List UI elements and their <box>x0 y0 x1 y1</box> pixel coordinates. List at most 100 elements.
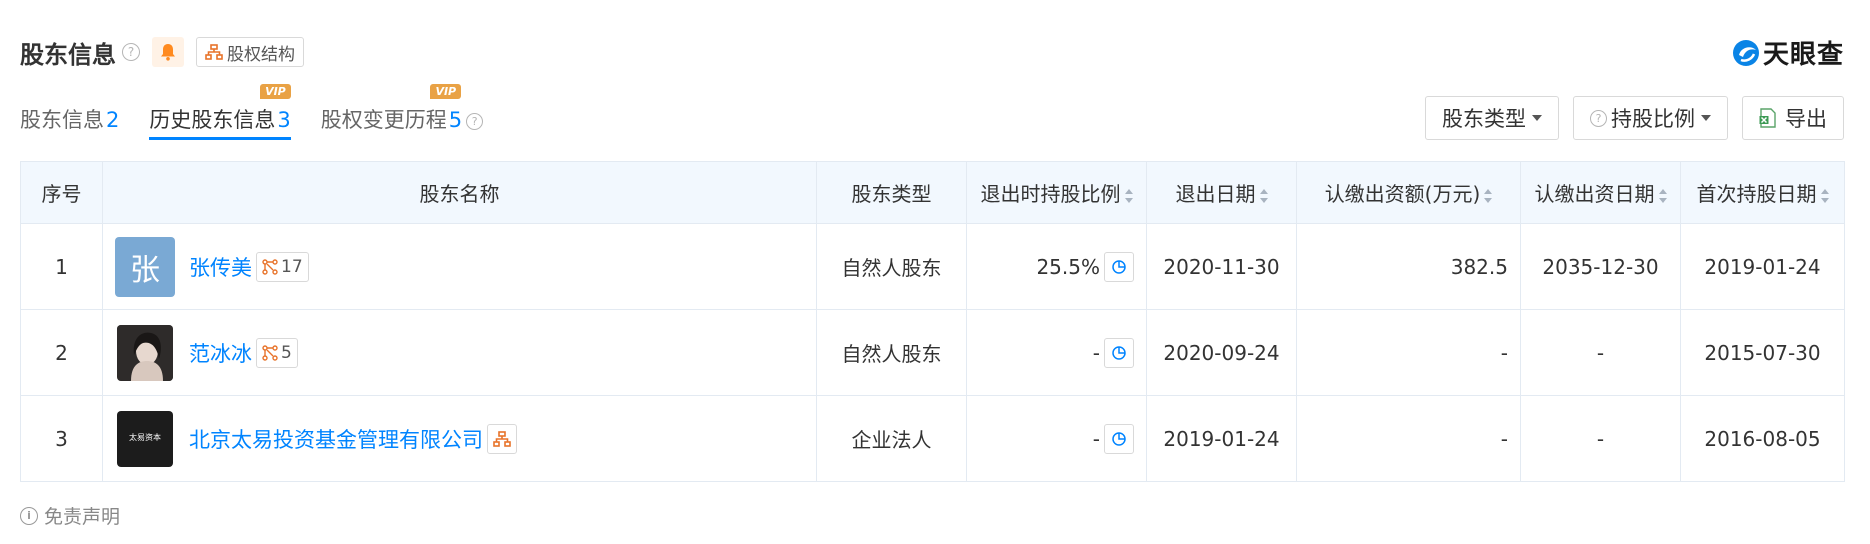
tab-count: 3 <box>277 108 291 132</box>
cell-type: 企业法人 <box>816 395 967 482</box>
cell-subscribe-date: - <box>1520 309 1681 396</box>
pie-chart-icon <box>1112 431 1126 446</box>
disclaimer-link[interactable]: i 免责声明 <box>20 502 120 529</box>
excel-icon <box>1759 108 1776 128</box>
cell-name: 范冰冰 5 <box>102 309 817 396</box>
pie-chart-button[interactable] <box>1104 423 1134 454</box>
pie-chart-button[interactable] <box>1104 337 1134 368</box>
relation-count: 5 <box>281 342 292 363</box>
org-chart-icon <box>205 44 223 60</box>
cell-first-date: 2015-07-30 <box>1680 309 1845 396</box>
relation-count: 17 <box>281 256 303 277</box>
relation-graph-icon <box>262 344 278 361</box>
vip-badge: VIP <box>260 84 291 99</box>
tab-history-shareholders[interactable]: VIP 历史股东信息3 <box>149 84 292 140</box>
table-row: 1 张 张传美 17 自然人股东 25.5% 2020-11-30 382.5 … <box>20 223 1845 310</box>
export-label: 导出 <box>1785 107 1827 131</box>
export-button[interactable]: 导出 <box>1742 96 1844 140</box>
table-row: 3 太易资本 北京太易投资基金管理有限公司 企业法人 - 2019-01-24 … <box>20 395 1845 482</box>
col-header-exit-ratio[interactable]: 退出时持股比例 <box>966 161 1147 224</box>
holding-ratio-filter[interactable]: ? 持股比例 <box>1573 96 1728 140</box>
tab-label: 历史股东信息 <box>149 108 276 132</box>
filter-label: 股东类型 <box>1442 107 1526 131</box>
tab-label: 股东信息 <box>20 108 104 132</box>
org-chart-icon <box>493 430 511 447</box>
company-logo-text: 太易资本 <box>129 433 161 443</box>
cell-amount: - <box>1296 309 1521 396</box>
toolbar: 股东类型 ? 持股比例 导出 <box>1411 96 1844 140</box>
sort-icon[interactable] <box>1820 188 1829 203</box>
shareholder-link[interactable]: 范冰冰 <box>189 338 252 368</box>
sort-icon[interactable] <box>1484 188 1493 203</box>
shareholder-link[interactable]: 张传美 <box>189 252 252 282</box>
shareholder-type-filter[interactable]: 股东类型 <box>1425 96 1559 140</box>
help-icon: ? <box>1590 109 1607 127</box>
tab-count: 5 <box>448 108 463 132</box>
table-header-row: 序号 股东名称 股东类型 退出时持股比例 退出日期 认缴出资额(万元) 认缴出资… <box>20 161 1845 224</box>
info-icon: i <box>20 506 38 525</box>
col-header-name: 股东名称 <box>102 161 817 224</box>
sort-icon[interactable] <box>1658 188 1667 203</box>
exit-ratio-value: - <box>1092 426 1100 451</box>
cell-index: 3 <box>20 395 103 482</box>
tab-count: 2 <box>106 108 120 132</box>
cell-exit-date: 2019-01-24 <box>1146 395 1297 482</box>
filter-label: 持股比例 <box>1611 107 1695 131</box>
bell-icon <box>161 44 175 61</box>
col-header-index: 序号 <box>20 161 103 224</box>
tab-shareholders[interactable]: 股东信息2 <box>20 96 119 136</box>
help-icon[interactable]: ? <box>466 113 484 130</box>
equity-structure-button[interactable]: 股权结构 <box>196 37 304 67</box>
exit-ratio-value: 25.5% <box>1036 254 1100 279</box>
tianyancha-logo: 天眼查 <box>1731 34 1844 71</box>
logo-text: 天眼查 <box>1762 40 1844 70</box>
cell-exit-ratio: 25.5% <box>966 223 1147 310</box>
avatar[interactable]: 张 <box>115 236 175 297</box>
cell-name: 张 张传美 17 <box>102 223 817 310</box>
cell-subscribe-date: 2035-12-30 <box>1520 223 1681 310</box>
cell-exit-ratio: - <box>966 395 1147 482</box>
cell-index: 2 <box>20 309 103 396</box>
section-header: 股东信息 ? 股权结构 <box>20 30 304 74</box>
cell-exit-ratio: - <box>966 309 1147 396</box>
tab-equity-changes[interactable]: VIP 股权变更历程5? <box>320 84 484 136</box>
pie-chart-icon <box>1112 345 1126 360</box>
avatar-photo[interactable] <box>117 324 173 381</box>
vip-badge: VIP <box>430 84 462 99</box>
equity-structure-label: 股权结构 <box>227 44 295 65</box>
section-title: 股东信息 <box>20 40 116 69</box>
relation-badge[interactable]: 17 <box>256 251 309 282</box>
cell-type: 自然人股东 <box>816 309 967 396</box>
cell-first-date: 2016-08-05 <box>1680 395 1845 482</box>
pie-chart-button[interactable] <box>1104 251 1134 282</box>
cell-amount: - <box>1296 395 1521 482</box>
cell-index: 1 <box>20 223 103 310</box>
logo-icon <box>1732 39 1759 66</box>
help-icon[interactable]: ? <box>122 43 140 61</box>
sort-icon[interactable] <box>1259 188 1268 203</box>
table-row: 2 范冰冰 5 自然人股东 - 2020-09-24 - - 2015-07-3… <box>20 309 1845 396</box>
cell-first-date: 2019-01-24 <box>1680 223 1845 310</box>
company-logo[interactable]: 太易资本 <box>117 410 173 467</box>
equity-structure-badge[interactable] <box>487 423 517 454</box>
history-shareholders-table: 序号 股东名称 股东类型 退出时持股比例 退出日期 认缴出资额(万元) 认缴出资… <box>20 161 1845 482</box>
shareholder-link[interactable]: 北京太易投资基金管理有限公司 <box>189 424 483 454</box>
col-header-amount[interactable]: 认缴出资额(万元) <box>1296 161 1521 224</box>
disclaimer-label: 免责声明 <box>44 506 121 528</box>
col-header-type: 股东类型 <box>816 161 967 224</box>
relation-graph-icon <box>262 258 278 275</box>
col-header-first-date[interactable]: 首次持股日期 <box>1680 161 1845 224</box>
cell-amount: 382.5 <box>1296 223 1521 310</box>
pie-chart-icon <box>1112 259 1126 274</box>
exit-ratio-value: - <box>1092 340 1100 365</box>
cell-name: 太易资本 北京太易投资基金管理有限公司 <box>102 395 817 482</box>
portrait-image <box>117 324 173 381</box>
col-header-exit-date[interactable]: 退出日期 <box>1146 161 1297 224</box>
sort-icon[interactable] <box>1124 188 1133 203</box>
bell-button[interactable] <box>152 37 184 67</box>
cell-exit-date: 2020-11-30 <box>1146 223 1297 310</box>
caret-down-icon <box>1701 115 1711 121</box>
tab-label: 股权变更历程 <box>320 108 447 132</box>
relation-badge[interactable]: 5 <box>256 337 298 368</box>
col-header-subscribe-date[interactable]: 认缴出资日期 <box>1520 161 1681 224</box>
